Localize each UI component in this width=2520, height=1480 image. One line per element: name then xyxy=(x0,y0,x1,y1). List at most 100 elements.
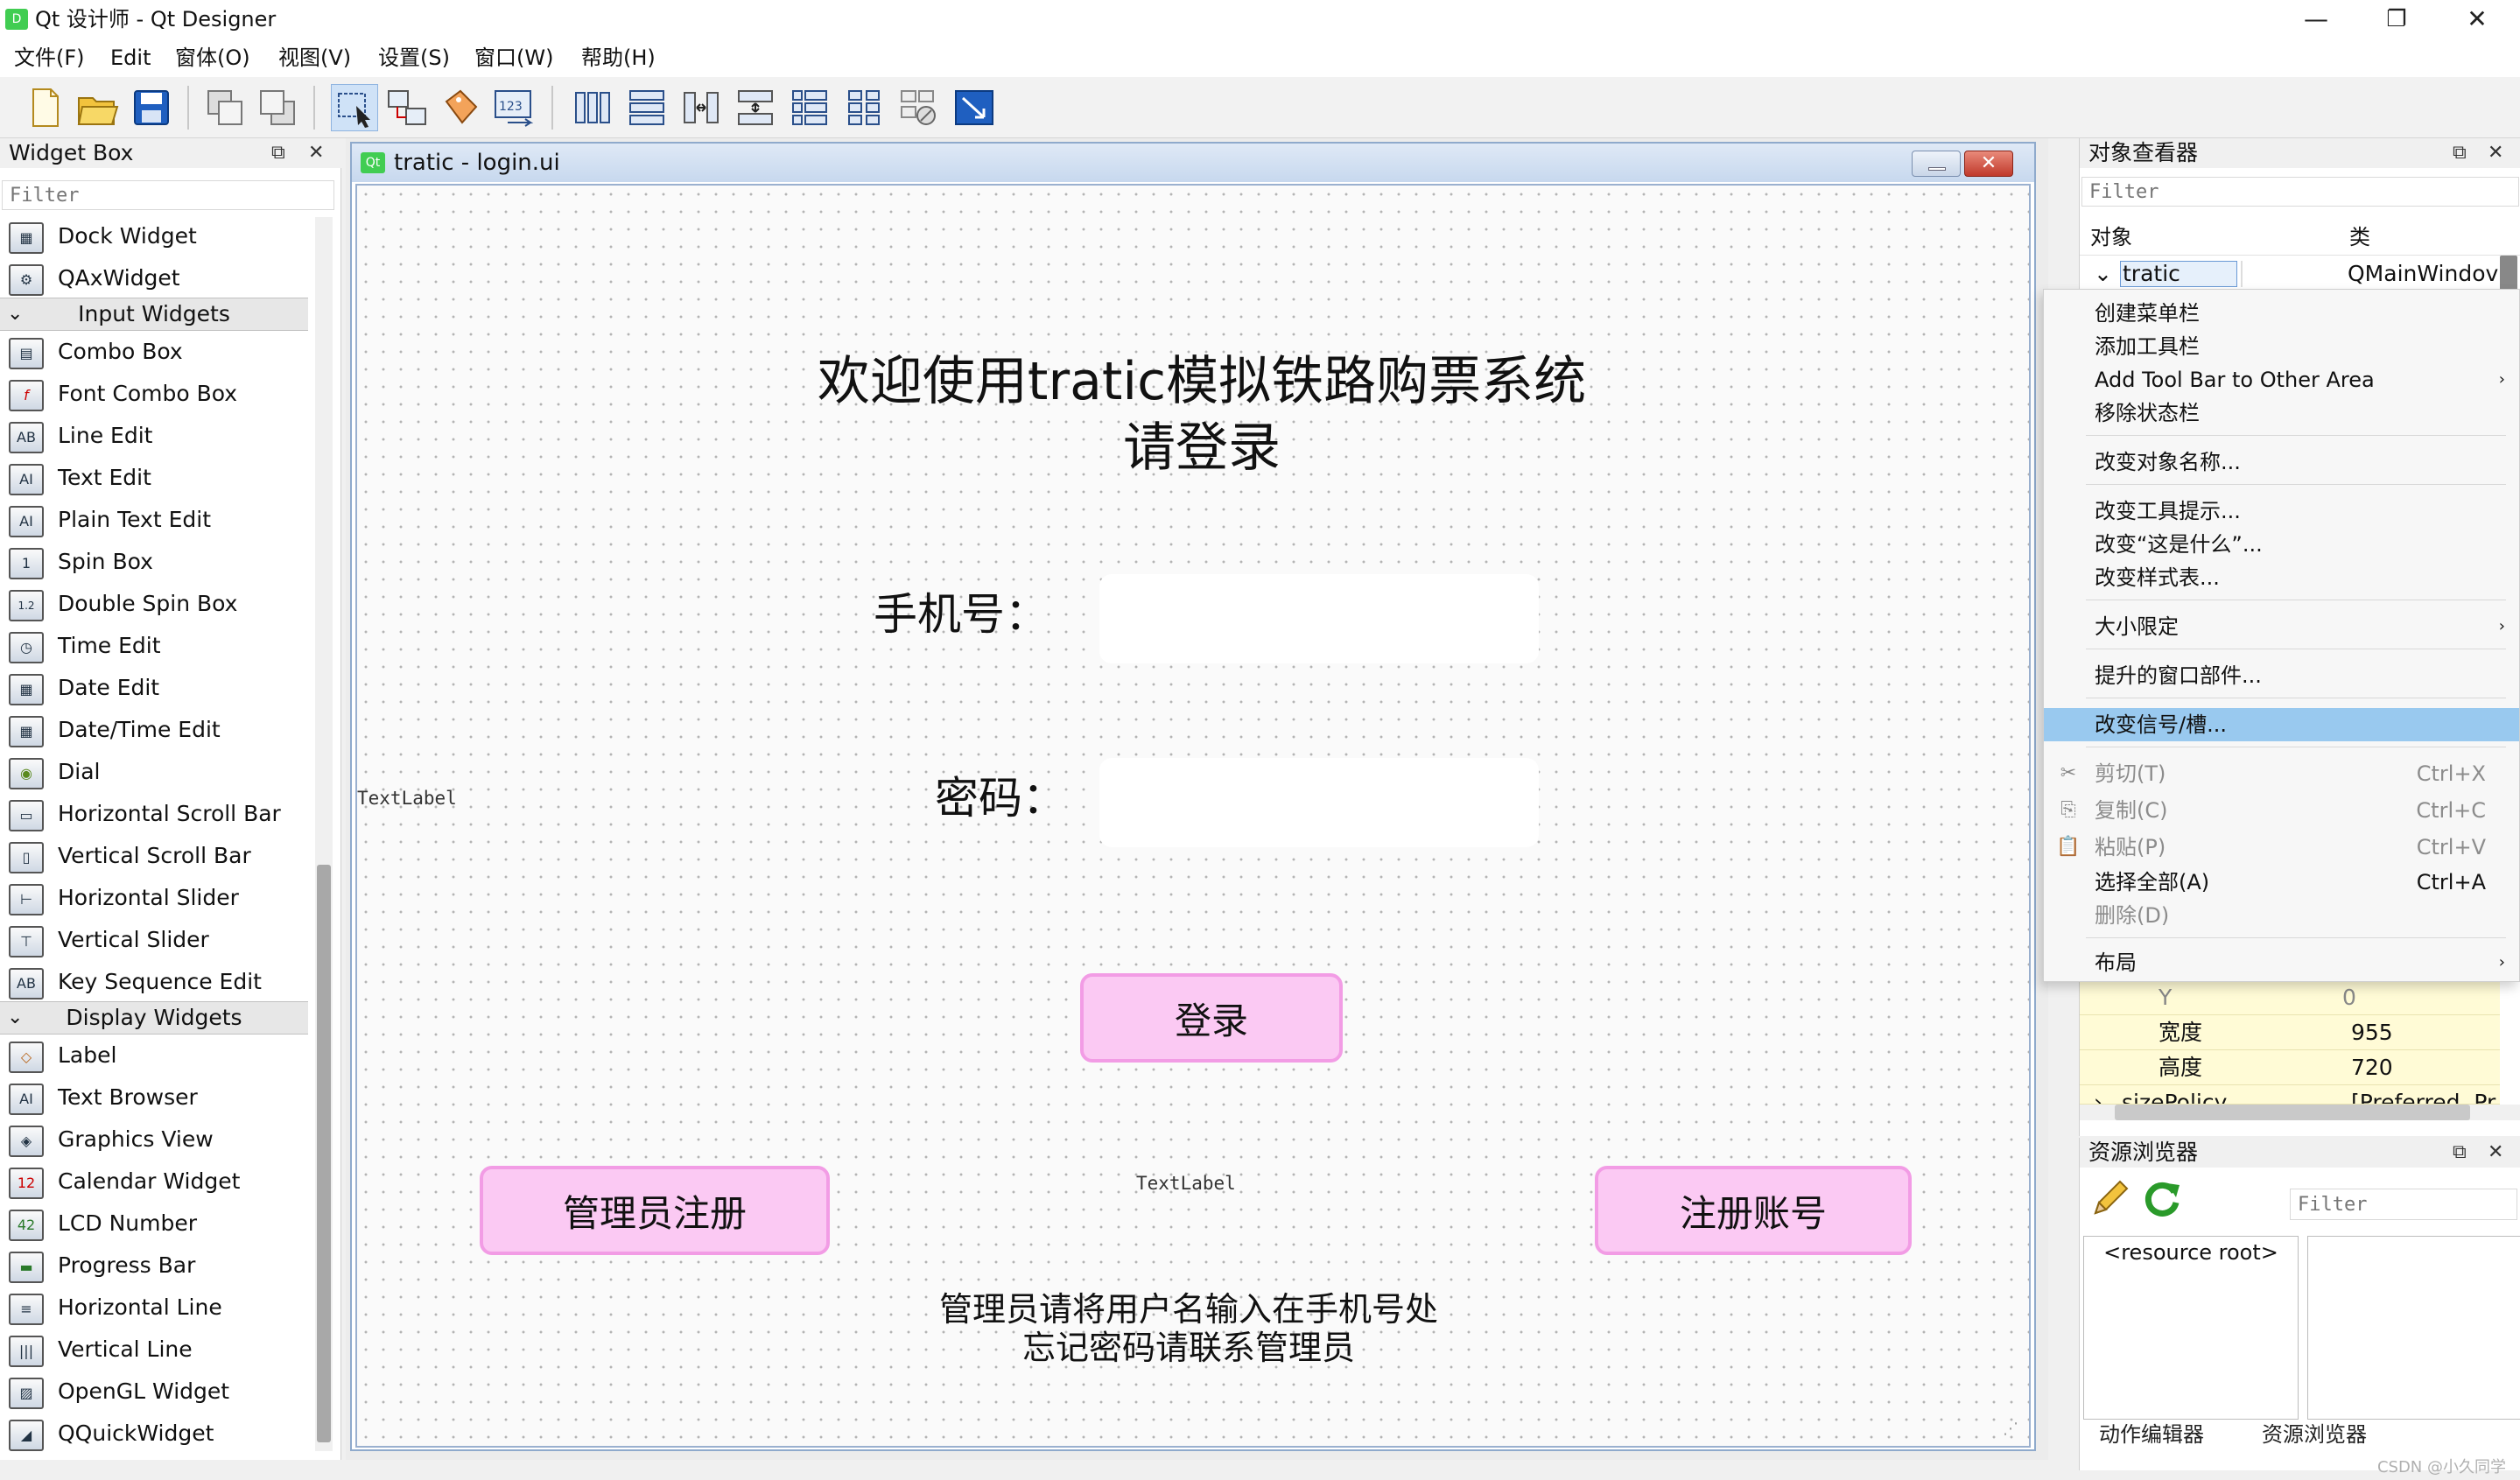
form-minimize-button[interactable] xyxy=(1912,151,1961,177)
expand-arrow-icon[interactable]: › xyxy=(2094,1085,2102,1104)
edit-widgets-icon[interactable] xyxy=(331,84,378,131)
property-row-size-policy[interactable]: › sizePolicy [Preferred, Pr xyxy=(2080,1085,2500,1105)
edit-buddies-icon[interactable] xyxy=(438,84,485,131)
menu-item-add-toolbar[interactable]: 添加工具栏 xyxy=(2044,330,2519,363)
menu-item-paste[interactable]: 📋 粘贴(P) Ctrl+V xyxy=(2044,831,2519,864)
menu-item-delete[interactable]: 删除(D) xyxy=(2044,899,2519,932)
category-input-widgets[interactable]: ⌄ Input Widgets xyxy=(0,298,308,331)
menu-window[interactable]: 窗口(W) xyxy=(474,44,553,72)
widget-font-combo-box[interactable]: f Font Combo Box xyxy=(0,373,308,415)
widget-line-edit[interactable]: AB Line Edit xyxy=(0,415,308,457)
float-icon[interactable]: ⧉ xyxy=(2453,1138,2467,1168)
phone-input[interactable] xyxy=(1099,574,1539,663)
property-row-y[interactable]: Y 0 xyxy=(2080,980,2500,1015)
widget-horizontal-slider[interactable]: ⊢ Horizontal Slider xyxy=(0,877,308,919)
category-display-widgets[interactable]: ⌄ Display Widgets xyxy=(0,1001,308,1035)
widget-plain-text-edit[interactable]: AI Plain Text Edit xyxy=(0,499,308,541)
widget-text-browser[interactable]: AI Text Browser xyxy=(0,1077,308,1119)
edit-tab-order-icon[interactable]: 123 xyxy=(490,84,537,131)
password-input[interactable] xyxy=(1099,758,1539,847)
resource-root-item[interactable]: <resource root> xyxy=(2084,1240,2298,1265)
close-icon[interactable]: ✕ xyxy=(308,138,324,168)
widget-combo-box[interactable]: ▤ Combo Box xyxy=(0,331,308,373)
widget-date-edit[interactable]: ▦ Date Edit xyxy=(0,667,308,709)
menu-item-cut[interactable]: ✂ 剪切(T) Ctrl+X xyxy=(2044,757,2519,790)
widget-vertical-line[interactable]: ||| Vertical Line xyxy=(0,1329,308,1371)
widget-lcd-number[interactable]: 42 LCD Number xyxy=(0,1203,308,1245)
widget-horizontal-line[interactable]: ≡ Horizontal Line xyxy=(0,1287,308,1329)
widget-time-edit[interactable]: ◷ Time Edit xyxy=(0,625,308,667)
menu-item-remove-statusbar[interactable]: 移除状态栏 xyxy=(2044,396,2519,430)
menu-item-select-all[interactable]: 选择全部(A) Ctrl+A xyxy=(2044,866,2519,899)
layout-vertical-icon[interactable] xyxy=(623,84,670,131)
restore-button[interactable]: ❐ xyxy=(2356,0,2437,39)
layout-horizontal-icon[interactable] xyxy=(569,84,616,131)
float-icon[interactable]: ⧉ xyxy=(271,138,285,168)
menu-item-change-stylesheet[interactable]: 改变样式表... xyxy=(2044,561,2519,594)
form-canvas[interactable]: 欢迎使用tratic模拟铁路购票系统 请登录 手机号： 密码： TextLabe… xyxy=(355,184,2031,1448)
widget-progress-bar[interactable]: ▬ Progress Bar xyxy=(0,1245,308,1287)
widget-calendar-widget[interactable]: 12 Calendar Widget xyxy=(0,1161,308,1203)
close-icon[interactable]: ✕ xyxy=(2488,1138,2503,1168)
menu-settings[interactable]: 设置(S) xyxy=(378,44,450,72)
widget-qquickwidget[interactable]: ◢ QQuickWidget xyxy=(0,1413,308,1455)
widget-key-sequence-edit[interactable]: AB Key Sequence Edit xyxy=(0,961,308,1003)
send-to-back-icon[interactable] xyxy=(201,84,249,131)
widget-opengl-widget[interactable]: ▨ OpenGL Widget xyxy=(0,1371,308,1413)
save-icon[interactable] xyxy=(128,84,175,131)
resource-tree[interactable]: <resource root> xyxy=(2083,1236,2299,1420)
widget-filter-input[interactable] xyxy=(2,180,334,210)
property-value[interactable]: 720 xyxy=(2351,1050,2393,1085)
resource-file-list[interactable] xyxy=(2307,1236,2520,1420)
menu-item-layout[interactable]: 布局 › xyxy=(2044,946,2519,979)
widget-vertical-scroll-bar[interactable]: ▯ Vertical Scroll Bar xyxy=(0,835,308,877)
bring-to-front-icon[interactable] xyxy=(254,84,301,131)
resize-grip-icon[interactable]: ⋰ xyxy=(2003,1420,2022,1439)
layout-horizontal-splitter-icon[interactable] xyxy=(677,84,725,131)
layout-vertical-splitter-icon[interactable] xyxy=(732,84,779,131)
property-hscroll-thumb[interactable] xyxy=(2115,1105,2470,1120)
close-icon[interactable]: ✕ xyxy=(2488,138,2503,168)
edit-signals-slots-icon[interactable] xyxy=(383,84,431,131)
menu-item-change-tooltip[interactable]: 改变工具提示... xyxy=(2044,495,2519,528)
widget-graphics-view[interactable]: ◈ Graphics View xyxy=(0,1119,308,1161)
layout-grid-icon[interactable] xyxy=(840,84,888,131)
open-folder-icon[interactable] xyxy=(74,84,121,131)
expand-arrow-icon[interactable]: ⌄ xyxy=(2094,259,2112,289)
minimize-button[interactable]: — xyxy=(2276,0,2356,39)
menu-item-change-object-name[interactable]: 改变对象名称... xyxy=(2044,445,2519,479)
form-window[interactable]: Qt tratic - login.ui ✕ 欢迎使用tratic模拟铁路购票系… xyxy=(350,142,2036,1451)
scrollbar-thumb[interactable] xyxy=(317,865,331,1442)
widget-datetime-edit[interactable]: ▦ Date/Time Edit xyxy=(0,709,308,751)
object-tree-row-root[interactable]: ⌄ tratic QMainWindov xyxy=(2080,259,2520,289)
menu-item-create-menubar[interactable]: 创建菜单栏 xyxy=(2044,297,2519,330)
widget-text-edit[interactable]: AI Text Edit xyxy=(0,457,308,499)
property-value[interactable]: 955 xyxy=(2351,1015,2393,1050)
layout-form-icon[interactable] xyxy=(786,84,833,131)
menu-item-change-signals-slots[interactable]: 改变信号/槽... xyxy=(2044,708,2519,741)
new-file-icon[interactable] xyxy=(21,84,68,131)
close-button[interactable]: ✕ xyxy=(2437,0,2517,39)
property-row-width[interactable]: 宽度 955 xyxy=(2080,1015,2500,1050)
register-account-button[interactable]: 注册账号 xyxy=(1595,1166,1912,1255)
widget-vertical-slider[interactable]: ⊤ Vertical Slider xyxy=(0,919,308,961)
menu-edit[interactable]: Edit xyxy=(110,44,151,72)
widget-qaxwidget[interactable]: ⚙ QAxWidget xyxy=(0,257,308,299)
break-layout-icon[interactable] xyxy=(895,84,942,131)
menu-item-change-whatsthis[interactable]: 改变“这是什么”... xyxy=(2044,528,2519,561)
tab-action-editor[interactable]: 动作编辑器 xyxy=(2099,1420,2204,1449)
widget-dial[interactable]: ◉ Dial xyxy=(0,751,308,793)
widget-label-item[interactable]: ◇ Label xyxy=(0,1035,308,1077)
adjust-size-icon[interactable] xyxy=(951,84,998,131)
widget-double-spin-box[interactable]: 1.2 Double Spin Box xyxy=(0,583,308,625)
login-button[interactable]: 登录 xyxy=(1080,973,1343,1063)
menu-view[interactable]: 视图(V) xyxy=(278,44,351,72)
admin-register-button[interactable]: 管理员注册 xyxy=(480,1166,830,1255)
widget-spin-box[interactable]: 1 Spin Box xyxy=(0,541,308,583)
property-row-height[interactable]: 高度 720 xyxy=(2080,1050,2500,1085)
menu-item-promoted-widgets[interactable]: 提升的窗口部件... xyxy=(2044,659,2519,692)
tab-resource-browser[interactable]: 资源浏览器 xyxy=(2251,1420,2377,1449)
resource-filter-input[interactable] xyxy=(2290,1189,2517,1220)
menu-item-size-constraints[interactable]: 大小限定 › xyxy=(2044,610,2519,643)
menu-item-add-toolbar-other-area[interactable]: Add Tool Bar to Other Area › xyxy=(2044,363,2519,396)
